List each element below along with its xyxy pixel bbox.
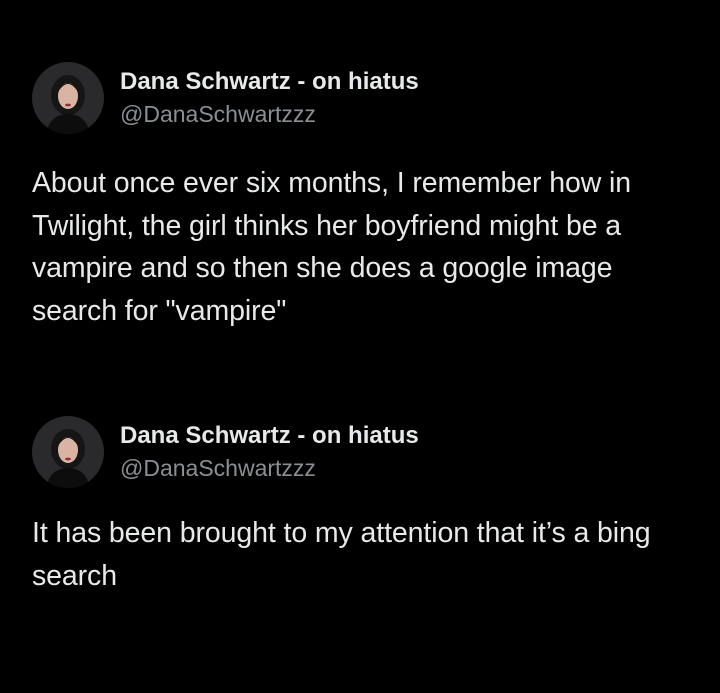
handle[interactable]: @DanaSchwartzzz (120, 99, 419, 129)
tweet-text: It has been brought to my attention that… (32, 517, 651, 592)
tweet-header: Dana Schwartz - on hiatus @DanaSchwartzz… (32, 414, 692, 490)
profile-photo-icon (32, 416, 104, 488)
profile-photo-icon (32, 62, 104, 134)
tweet: Dana Schwartz - on hiatus @DanaSchwartzz… (32, 414, 692, 597)
tweet-text: About once ever six months, I remember h… (32, 167, 632, 327)
handle[interactable]: @DanaSchwartzzz (120, 453, 419, 483)
avatar[interactable] (32, 62, 104, 134)
tweet: Dana Schwartz - on hiatus @DanaSchwartzz… (32, 60, 692, 332)
tweet-header: Dana Schwartz - on hiatus @DanaSchwartzz… (32, 60, 692, 136)
display-name[interactable]: Dana Schwartz - on hiatus (120, 421, 419, 451)
display-name[interactable]: Dana Schwartz - on hiatus (120, 67, 419, 97)
avatar[interactable] (32, 416, 104, 488)
